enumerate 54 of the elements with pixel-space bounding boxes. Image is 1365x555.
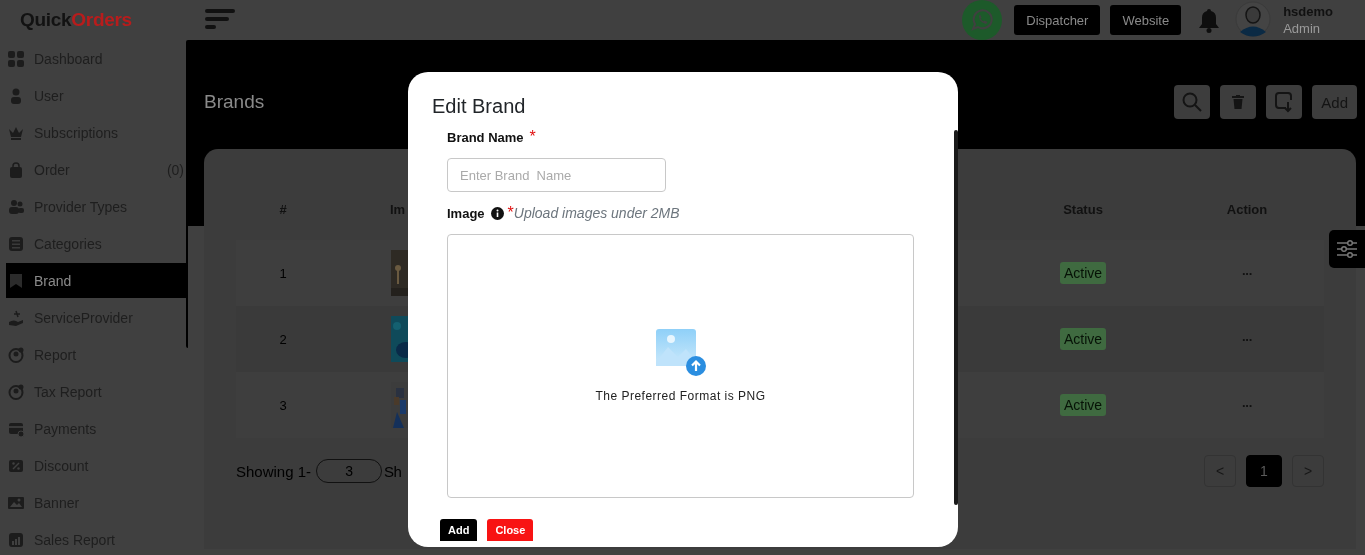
field-label: Image bbox=[447, 205, 485, 221]
status-badge: Active bbox=[1059, 262, 1107, 284]
info-icon bbox=[490, 206, 504, 220]
status-badge: Active bbox=[1059, 394, 1107, 416]
previous-page-button[interactable]: < bbox=[1204, 455, 1236, 487]
chat-icon[interactable] bbox=[962, 0, 1003, 40]
modal-title: Edit Brand bbox=[432, 94, 527, 118]
upload-area[interactable]: The Preferred Format is PNG bbox=[447, 234, 914, 498]
search-icon bbox=[1182, 92, 1203, 112]
required-mark: * bbox=[529, 128, 536, 146]
next-page-button[interactable]: > bbox=[1292, 455, 1324, 487]
page-button[interactable]: 1 bbox=[1246, 455, 1282, 487]
image-upload-icon bbox=[655, 329, 706, 377]
showing-label: Sh bbox=[384, 462, 402, 480]
card-icon bbox=[8, 420, 24, 437]
page-title: Brands bbox=[204, 91, 265, 113]
upload-text: The Preferred Format is PNG bbox=[595, 389, 766, 403]
more-actions[interactable]: ··· bbox=[1242, 331, 1252, 347]
download-icon bbox=[1274, 91, 1295, 113]
header-button[interactable]: Dispatcher bbox=[1014, 5, 1101, 35]
field-label: Brand Name bbox=[447, 129, 524, 145]
report-icon bbox=[8, 346, 24, 363]
column-header: # bbox=[278, 200, 288, 219]
hand-icon bbox=[8, 309, 24, 326]
add-button[interactable]: Add bbox=[440, 519, 478, 541]
dashboard-icon bbox=[8, 50, 24, 67]
brand-name-field[interactable]: Enter Brand Name bbox=[447, 158, 666, 192]
bookmark-icon bbox=[8, 272, 24, 289]
more-actions[interactable]: ··· bbox=[1242, 397, 1252, 413]
status-badge: Active bbox=[1059, 328, 1107, 350]
upload-hint: Upload images under 2MB bbox=[513, 205, 680, 221]
menu-icon[interactable] bbox=[205, 9, 235, 31]
discount-icon bbox=[8, 457, 24, 474]
sidebar-item[interactable]: Brand bbox=[6, 263, 186, 298]
delete-button[interactable] bbox=[1220, 85, 1257, 119]
report-icon bbox=[8, 383, 24, 400]
header-button[interactable]: Website bbox=[1110, 5, 1182, 35]
more-actions[interactable]: ··· bbox=[1242, 265, 1252, 281]
bag-icon bbox=[8, 161, 24, 178]
image-icon bbox=[8, 494, 24, 511]
showing-label: Showing 1- bbox=[236, 462, 312, 480]
refresh-button[interactable] bbox=[1266, 85, 1303, 119]
user-role: Admin bbox=[1283, 20, 1321, 37]
bell-icon[interactable] bbox=[1197, 7, 1222, 33]
user-icon bbox=[8, 87, 24, 104]
close-button[interactable]: Close bbox=[487, 519, 534, 541]
chart-icon bbox=[8, 531, 24, 548]
search-button[interactable] bbox=[1174, 85, 1211, 119]
required-mark: * bbox=[507, 204, 514, 222]
trash-icon bbox=[1232, 95, 1245, 109]
sliders-icon bbox=[1336, 239, 1358, 259]
list-icon bbox=[8, 235, 24, 252]
filter-button[interactable] bbox=[1329, 230, 1365, 268]
users-icon bbox=[8, 198, 24, 215]
